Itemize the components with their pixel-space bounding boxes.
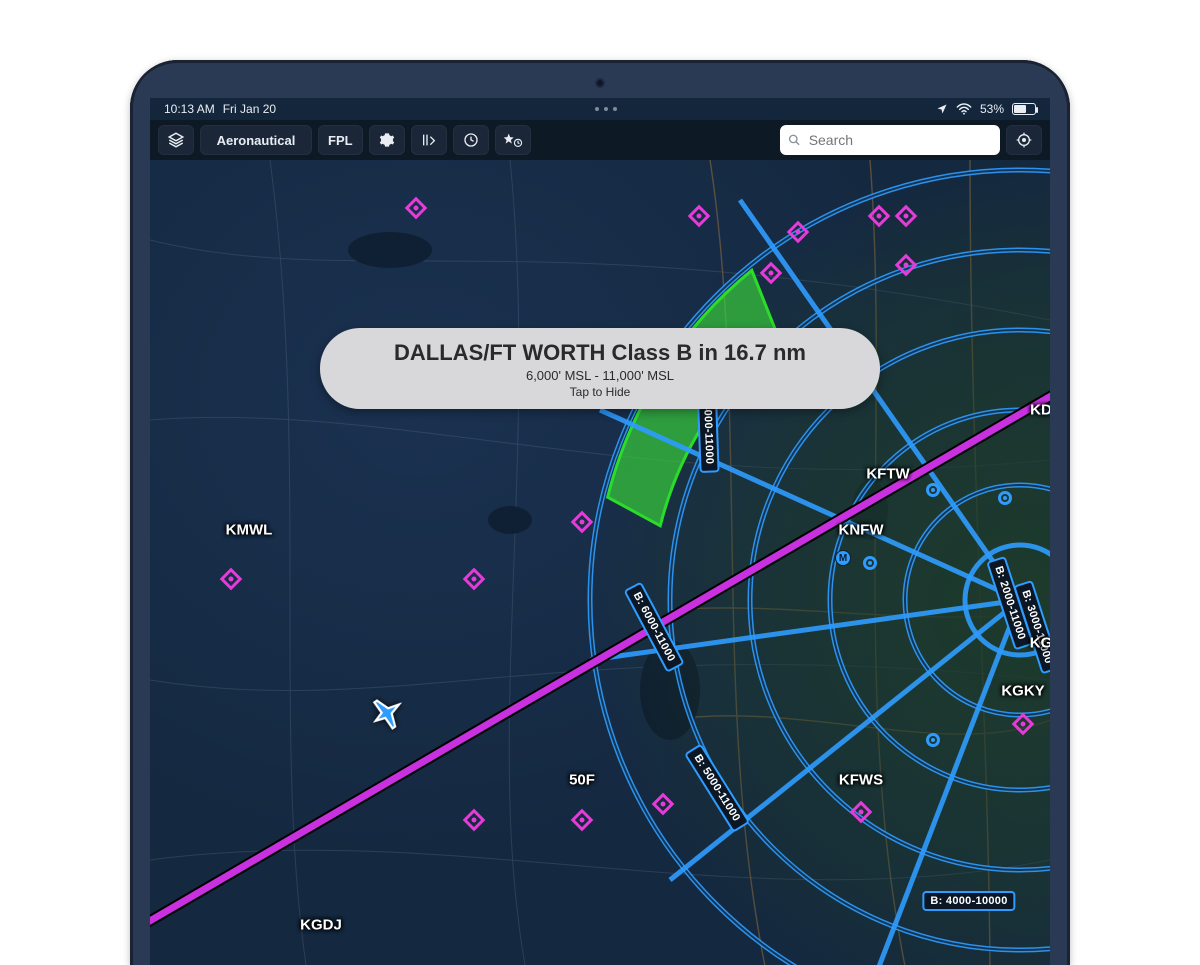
fpl-label: FPL <box>328 133 353 148</box>
app-screen: 10:13 AM Fri Jan 20 53% <box>150 98 1050 965</box>
ipad-device-frame: 10:13 AM Fri Jan 20 53% <box>130 60 1070 965</box>
multitask-indicator[interactable] <box>595 107 617 111</box>
front-camera <box>595 78 605 88</box>
search-field[interactable] <box>780 125 1000 155</box>
settings-button[interactable] <box>369 125 405 155</box>
airport-label: KNFW <box>839 522 884 539</box>
status-bar: 10:13 AM Fri Jan 20 53% <box>150 98 1050 120</box>
map-mode-label: Aeronautical <box>217 133 296 148</box>
navaid-marker <box>926 733 940 747</box>
procedures-button[interactable] <box>411 125 447 155</box>
airport-label: KGKY <box>1001 683 1044 700</box>
status-date: Fri Jan 20 <box>223 102 276 116</box>
alert-title: DALLAS/FT WORTH Class B in 16.7 nm <box>348 340 852 366</box>
map-mode-button[interactable]: Aeronautical <box>200 125 312 155</box>
alert-hint: Tap to Hide <box>348 385 852 399</box>
navaid-marker <box>926 483 940 497</box>
battery-icon <box>1012 103 1036 115</box>
navaid-marker <box>998 491 1012 505</box>
instruments-button[interactable] <box>453 125 489 155</box>
airport-label: 50F <box>569 771 595 788</box>
mode-c-badge: M <box>835 550 851 566</box>
wifi-icon <box>956 103 972 115</box>
airport-label: KMWL <box>226 522 273 539</box>
flight-plan-button[interactable]: FPL <box>318 125 363 155</box>
airport-label: KFTW <box>866 465 909 482</box>
favorites-timer-button[interactable] <box>495 125 531 155</box>
airport-label: KD <box>1030 401 1050 418</box>
alert-altitudes: 6,000' MSL - 11,000' MSL <box>348 368 852 383</box>
status-time: 10:13 AM <box>164 102 215 116</box>
layers-button[interactable] <box>158 125 194 155</box>
airport-label: KGDJ <box>300 916 342 933</box>
search-icon <box>788 133 801 147</box>
location-icon <box>936 103 948 115</box>
navaid-marker <box>863 556 877 570</box>
airspace-alt-label: B: 4000-10000 <box>922 891 1015 911</box>
search-input[interactable] <box>807 131 992 149</box>
airport-label: KFWS <box>839 771 883 788</box>
center-gps-button[interactable] <box>1006 125 1042 155</box>
airport-label: KG <box>1030 635 1050 652</box>
course-line <box>150 160 1050 965</box>
app-toolbar: Aeronautical FPL <box>150 120 1050 160</box>
airspace-alert-banner[interactable]: DALLAS/FT WORTH Class B in 16.7 nm 6,000… <box>320 328 880 409</box>
map-canvas[interactable]: DALLAS/FT WORTH Class B in 16.7 nm 6,000… <box>150 160 1050 965</box>
battery-percent: 53% <box>980 102 1004 116</box>
